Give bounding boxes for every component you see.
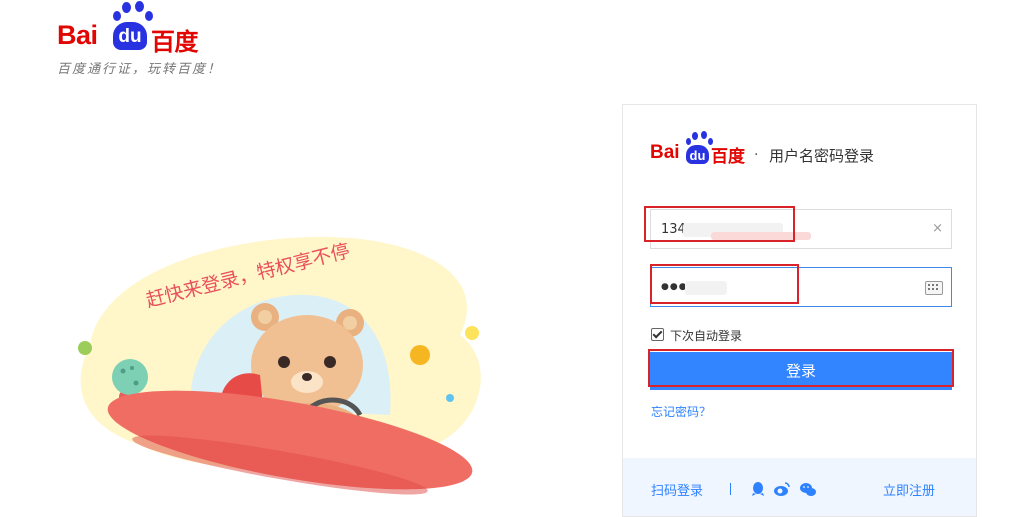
panel-logo-chinese: 百度 bbox=[711, 147, 745, 167]
panel-footer: 扫码登录 立即注册 bbox=[623, 458, 976, 516]
logo-chinese-text: 百度 bbox=[151, 28, 199, 56]
logo-du-text: du bbox=[113, 22, 147, 50]
orange-planet bbox=[410, 345, 430, 365]
bear-spaceship-illustration: 赶快来登录，特权享不停 bbox=[78, 236, 481, 495]
blue-dot bbox=[446, 394, 454, 402]
logo-bai-text: Bai bbox=[57, 20, 98, 50]
weibo-icon[interactable] bbox=[773, 480, 791, 498]
password-field[interactable]: ●●●● bbox=[650, 267, 952, 307]
username-field[interactable]: 134 × bbox=[650, 209, 952, 249]
forgot-password-link[interactable]: 忘记密码？ bbox=[651, 403, 711, 420]
redacted-password bbox=[685, 281, 727, 295]
paw-toe-icon bbox=[135, 1, 144, 12]
panel-baidu-logo: Bai du 百度 bbox=[650, 131, 746, 167]
keyboard-icon[interactable] bbox=[925, 281, 943, 295]
slogan: 百度通行证，玩转百度！ bbox=[57, 62, 223, 77]
remember-label: 下次自动登录 bbox=[670, 329, 743, 343]
register-link[interactable]: 立即注册 bbox=[883, 480, 935, 499]
paw-toe-icon bbox=[692, 132, 698, 140]
bear-eye-right bbox=[324, 356, 336, 368]
remember-me[interactable]: 下次自动登录 bbox=[651, 327, 742, 344]
title-separator: · bbox=[754, 147, 759, 163]
teal-planet bbox=[112, 359, 148, 395]
redacted-username-shadow bbox=[711, 232, 811, 240]
panel-logo-du: du bbox=[686, 145, 709, 164]
footer-divider bbox=[730, 483, 731, 495]
paw-toe-icon bbox=[113, 11, 121, 21]
clear-icon[interactable]: × bbox=[932, 221, 943, 236]
bear-eye-left bbox=[278, 356, 290, 368]
remember-checkbox[interactable] bbox=[651, 328, 664, 341]
green-dot bbox=[78, 341, 92, 355]
paw-toe-icon bbox=[686, 138, 691, 145]
paw-toe-icon bbox=[122, 2, 131, 13]
qq-icon[interactable] bbox=[749, 480, 767, 498]
login-button[interactable]: 登录 bbox=[650, 352, 952, 390]
panel-title: 用户名密码登录 bbox=[769, 147, 875, 165]
yellow-dot bbox=[465, 326, 479, 340]
paw-toe-icon bbox=[145, 11, 153, 21]
qr-login-link[interactable]: 扫码登录 bbox=[651, 480, 703, 499]
login-panel: Bai du 百度 · 用户名密码登录 134 × ●●●● 下次自动登录 登录… bbox=[622, 104, 977, 517]
baidu-logo[interactable]: Bai du 百度 bbox=[57, 1, 217, 56]
panel-logo-bai: Bai bbox=[650, 142, 680, 163]
bear-nose bbox=[302, 373, 312, 381]
wechat-icon[interactable] bbox=[799, 480, 817, 498]
paw-toe-icon bbox=[701, 131, 707, 139]
